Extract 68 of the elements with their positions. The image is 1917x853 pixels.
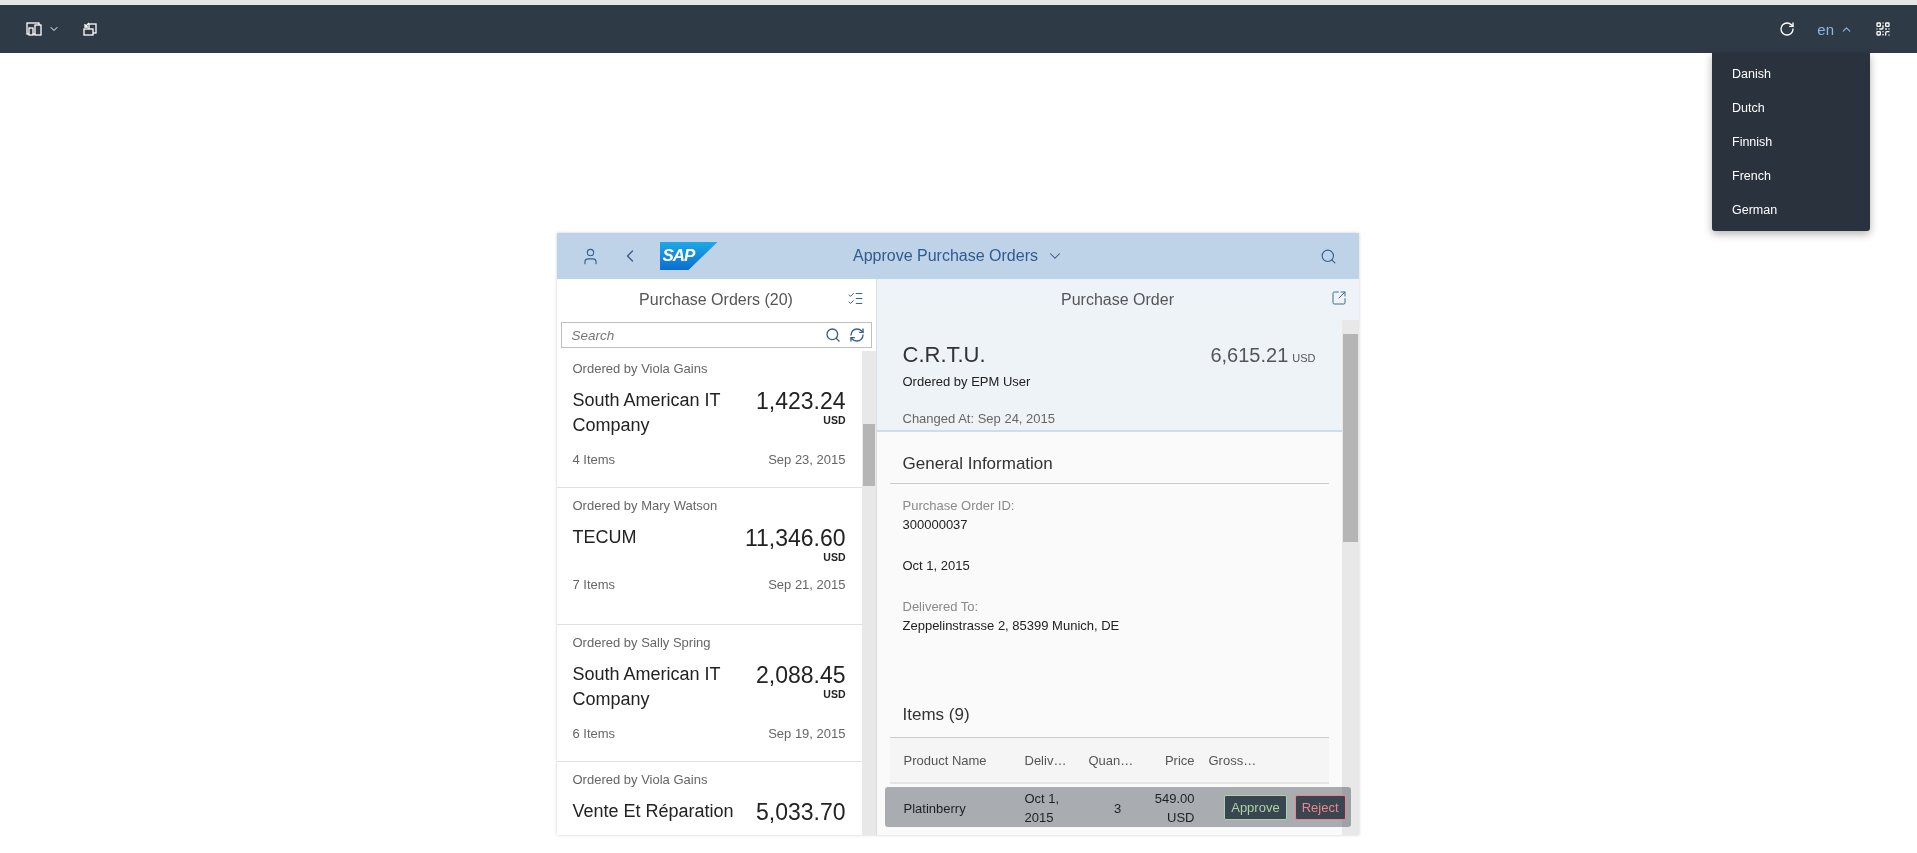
ordered-by: Ordered by Viola Gains	[572, 361, 709, 376]
search-icon[interactable]	[1319, 247, 1337, 265]
language-option[interactable]: French	[1712, 159, 1870, 193]
object-amount: 6,615.21	[1210, 344, 1289, 367]
field-label: Purchase Order ID:	[902, 498, 1016, 513]
order-amount: 2,088.45	[755, 662, 846, 688]
order-date: Sep 21, 2015	[768, 577, 846, 592]
language-option[interactable]: Danish	[1712, 57, 1870, 91]
section-title: General Information	[889, 432, 1329, 484]
ordered-by: Ordered by Mary Watson	[572, 498, 719, 513]
order-date: Sep 19, 2015	[768, 726, 846, 741]
search-field[interactable]: Search	[571, 327, 817, 343]
ordered-by: Ordered by Sally Spring	[572, 635, 712, 650]
company-name: South American IT Company	[572, 663, 722, 711]
app-title-menu[interactable]: Approve Purchase Orders	[853, 247, 1064, 265]
field-label: Delivered To:	[902, 599, 980, 614]
search-box[interactable]: Search	[560, 322, 872, 348]
field-value: 300000037	[902, 517, 969, 532]
qr-code-button[interactable]	[1875, 21, 1891, 37]
field-value: Zeppelinstrasse 2, 85399 Munich, DE	[902, 618, 1121, 633]
order-list-item[interactable]: Ordered by Mary Watson TECUM 11,346.60 USD 7 Items Sep 21, 2015	[556, 488, 862, 625]
language-option[interactable]: German	[1712, 193, 1870, 227]
company-name: Vente Et Réparation	[572, 800, 735, 823]
master-title: Purchase Orders (20)	[639, 290, 793, 309]
column-header[interactable]: Gross…	[1194, 738, 1329, 784]
sap-logo: SAP	[659, 242, 718, 270]
approve-button[interactable]: Approve	[1224, 794, 1287, 820]
order-list-item[interactable]: Ordered by Viola Gains Vente Et Réparation 5,033.70	[556, 762, 862, 835]
table-cell-text: Oct 1, 2015	[1023, 790, 1061, 827]
table-cell-text: 549.00 USD	[1153, 790, 1195, 827]
rotate-button[interactable]	[82, 21, 98, 37]
company-name: South American IT Company	[572, 389, 722, 437]
item-count: 6 Items	[572, 726, 616, 741]
table-cell-text: Platinberry	[902, 799, 967, 818]
language-option[interactable]: Finnish	[1712, 125, 1870, 159]
order-amount: 1,423.24	[755, 388, 846, 414]
ordered-by: Ordered by EPM User	[902, 374, 1032, 389]
refresh-button[interactable]	[1779, 21, 1796, 37]
language-option[interactable]: Dutch	[1712, 91, 1870, 125]
column-header[interactable]: Deliv…	[1010, 738, 1075, 784]
item-count: 4 Items	[572, 452, 616, 467]
field-value: Oct 1, 2015	[902, 558, 971, 573]
order-list-item[interactable]: Ordered by Sally Spring South American IT Company 2,088.45 USD 6 Items Sep 19, 2015	[556, 625, 862, 762]
currency: USD	[823, 551, 846, 563]
order-date: Sep 23, 2015	[768, 452, 846, 467]
device-menu-button[interactable]	[26, 21, 60, 37]
column-header[interactable]: Quan…	[1074, 738, 1147, 784]
table-cell-text: 3	[1112, 799, 1123, 818]
item-count: 7 Items	[572, 577, 616, 592]
multi-select-icon[interactable]	[846, 290, 864, 307]
changed-at: Changed At: Sep 24, 2015	[902, 411, 1056, 426]
currency: USD	[823, 414, 846, 426]
language-selector[interactable]: en	[1817, 20, 1853, 38]
order-amount: 5,033.70	[755, 799, 846, 825]
order-amount: 11,346.60	[744, 525, 846, 551]
detail-title: Purchase Order	[1061, 290, 1174, 309]
object-title: C.R.T.U.	[902, 342, 986, 368]
order-list-item[interactable]: Ordered by Viola Gains South American IT Company 1,423.24 USD 4 Items Sep 23, 2015	[556, 351, 862, 488]
refresh-icon[interactable]	[848, 327, 865, 343]
currency: USD	[823, 688, 846, 700]
search-icon[interactable]	[824, 327, 841, 343]
column-header[interactable]: Product Name	[889, 738, 1011, 784]
currency: USD	[1292, 352, 1316, 364]
column-header[interactable]: Price	[1146, 738, 1195, 784]
company-name: TECUM	[572, 526, 638, 549]
share-icon[interactable]	[1330, 290, 1347, 306]
devices-icon	[26, 21, 44, 37]
ordered-by: Ordered by Viola Gains	[572, 772, 709, 787]
